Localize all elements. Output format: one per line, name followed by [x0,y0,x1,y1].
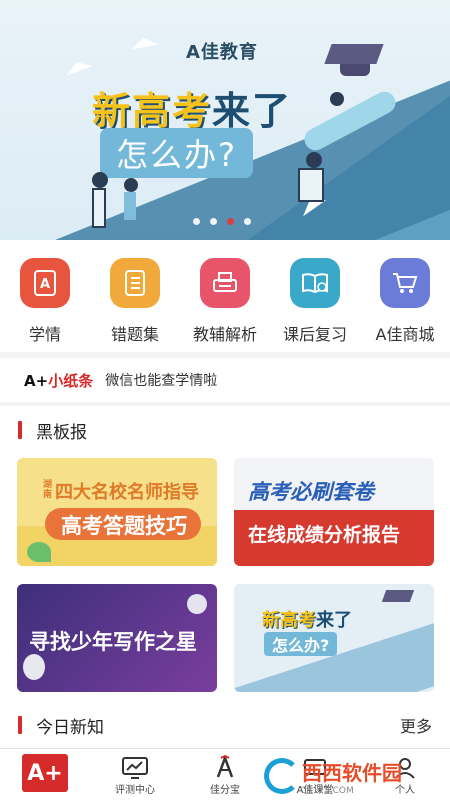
menu-label: A佳商城 [375,325,435,344]
section-title: 黑板报 [36,422,87,443]
student-body [92,188,106,228]
menu-item-jiaofu[interactable]: 教辅解析 [180,240,270,352]
student-figure [92,172,108,188]
section-accent-bar [18,421,22,439]
tab-jiafenbao[interactable]: 佳分宝 [180,749,270,800]
menu-label: 教辅解析 [192,325,257,344]
card-line2: 怎么办? [264,632,338,656]
tab-evaluation[interactable]: 评测中心 [90,749,180,800]
report-icon: A [20,258,70,308]
headline-dark: 来了 [212,89,293,133]
student-figure [124,178,138,192]
card-tag: 湖南 [43,480,53,500]
astronaut-decor [23,654,45,680]
headline-yellow: 新高考 [92,89,213,133]
section-header: 黑板报 [0,406,450,454]
menu-label: 课后复习 [282,325,347,344]
notice-logo-slip: 小纸条 [48,371,94,390]
banner-brand: A佳教育 [186,42,258,63]
card-line1: 四大名校名师指导 [55,482,199,503]
card-line1-dark: 来了 [316,610,352,631]
student-figure [306,152,322,168]
watermark-text-group: 西西软件园 CR173.COM [300,757,402,796]
article-card[interactable]: 湖南 四大名校名师指导 高考答题技巧 [17,458,217,566]
carousel-dot-active[interactable] [227,218,234,225]
leaf-decor [27,542,51,562]
notice-bar[interactable]: A+小纸条 微信也能查学情啦 [0,358,450,402]
today-section: 今日新知 更多 [0,702,450,748]
carousel-indicator[interactable] [193,218,251,225]
watermark-url: CR173.COM [300,785,354,796]
student-body [124,192,136,220]
watermark: 西西软件园 CR173.COM [264,756,444,796]
section-accent-bar [18,716,22,734]
hero-banner[interactable]: A佳教育 新高考来了 怎么办? [0,0,450,240]
banner-headline: 新高考来了 [92,80,292,135]
menu-item-shop[interactable]: A佳商城 [360,240,450,352]
menu-item-kehou[interactable]: 课后复习 [270,240,360,352]
tab-label: 佳分宝 [210,785,240,796]
card-line1: 高考必刷套卷 [248,480,374,504]
article-card[interactable]: 高考必刷套卷 在线成绩分析报告 [234,458,434,566]
banner-question: 怎么办? [100,128,253,178]
notice-logo: A+小纸条 [24,370,93,391]
more-link[interactable]: 更多 [400,713,432,737]
aplus-logo-icon: A+ [22,754,68,792]
menu-item-cuotiji[interactable]: 错题集 [90,240,180,352]
card-line2: 高考答题技巧 [61,514,187,538]
printer-icon [200,258,250,308]
watermark-text: 西西软件园 [302,760,402,785]
monitor-chart-icon [122,757,148,779]
notebook-icon [110,258,160,308]
watermark-logo-icon [264,758,300,794]
book-check-icon [290,258,340,308]
blackboard-section: 黑板报 湖南 四大名校名师指导 高考答题技巧 高考必刷套卷 在线成绩分析报告 寻… [0,406,450,712]
moon-decor [187,594,207,614]
card-line1: 新高考来了 [262,606,352,632]
card-line1-yellow: 新高考 [262,610,316,631]
section-title: 今日新知 [36,717,104,738]
menu-label: 错题集 [110,325,159,344]
quick-menu: A 学情 错题集 教辅解析 课后复习 A佳商城 [0,240,450,352]
card-line2: 在线成绩分析报告 [248,524,401,546]
svg-text:A: A [40,277,50,292]
graduation-cap-icon [381,590,415,602]
section-header: 今日新知 更多 [0,702,450,748]
card-line1: 寻找少年写作之星 [29,630,197,654]
student-body [298,168,324,202]
notice-logo-aplus: A+ [24,371,49,390]
tab-label: 评测中心 [115,785,155,796]
a-badge-icon [216,755,234,778]
carousel-dot[interactable] [244,218,251,225]
cart-icon [380,258,430,308]
carousel-dot[interactable] [193,218,200,225]
menu-item-xueqing[interactable]: A 学情 [0,240,90,352]
notice-text: 微信也能查学情啦 [105,373,218,389]
menu-label: 学情 [28,325,61,344]
graduation-cap-top [324,44,384,64]
article-card[interactable]: 寻找少年写作之星 [17,584,217,692]
article-card[interactable]: 新高考来了 怎么办? [234,584,434,692]
carousel-dot[interactable] [210,218,217,225]
student-figure [330,92,344,106]
tab-home[interactable]: A+ [0,749,90,800]
